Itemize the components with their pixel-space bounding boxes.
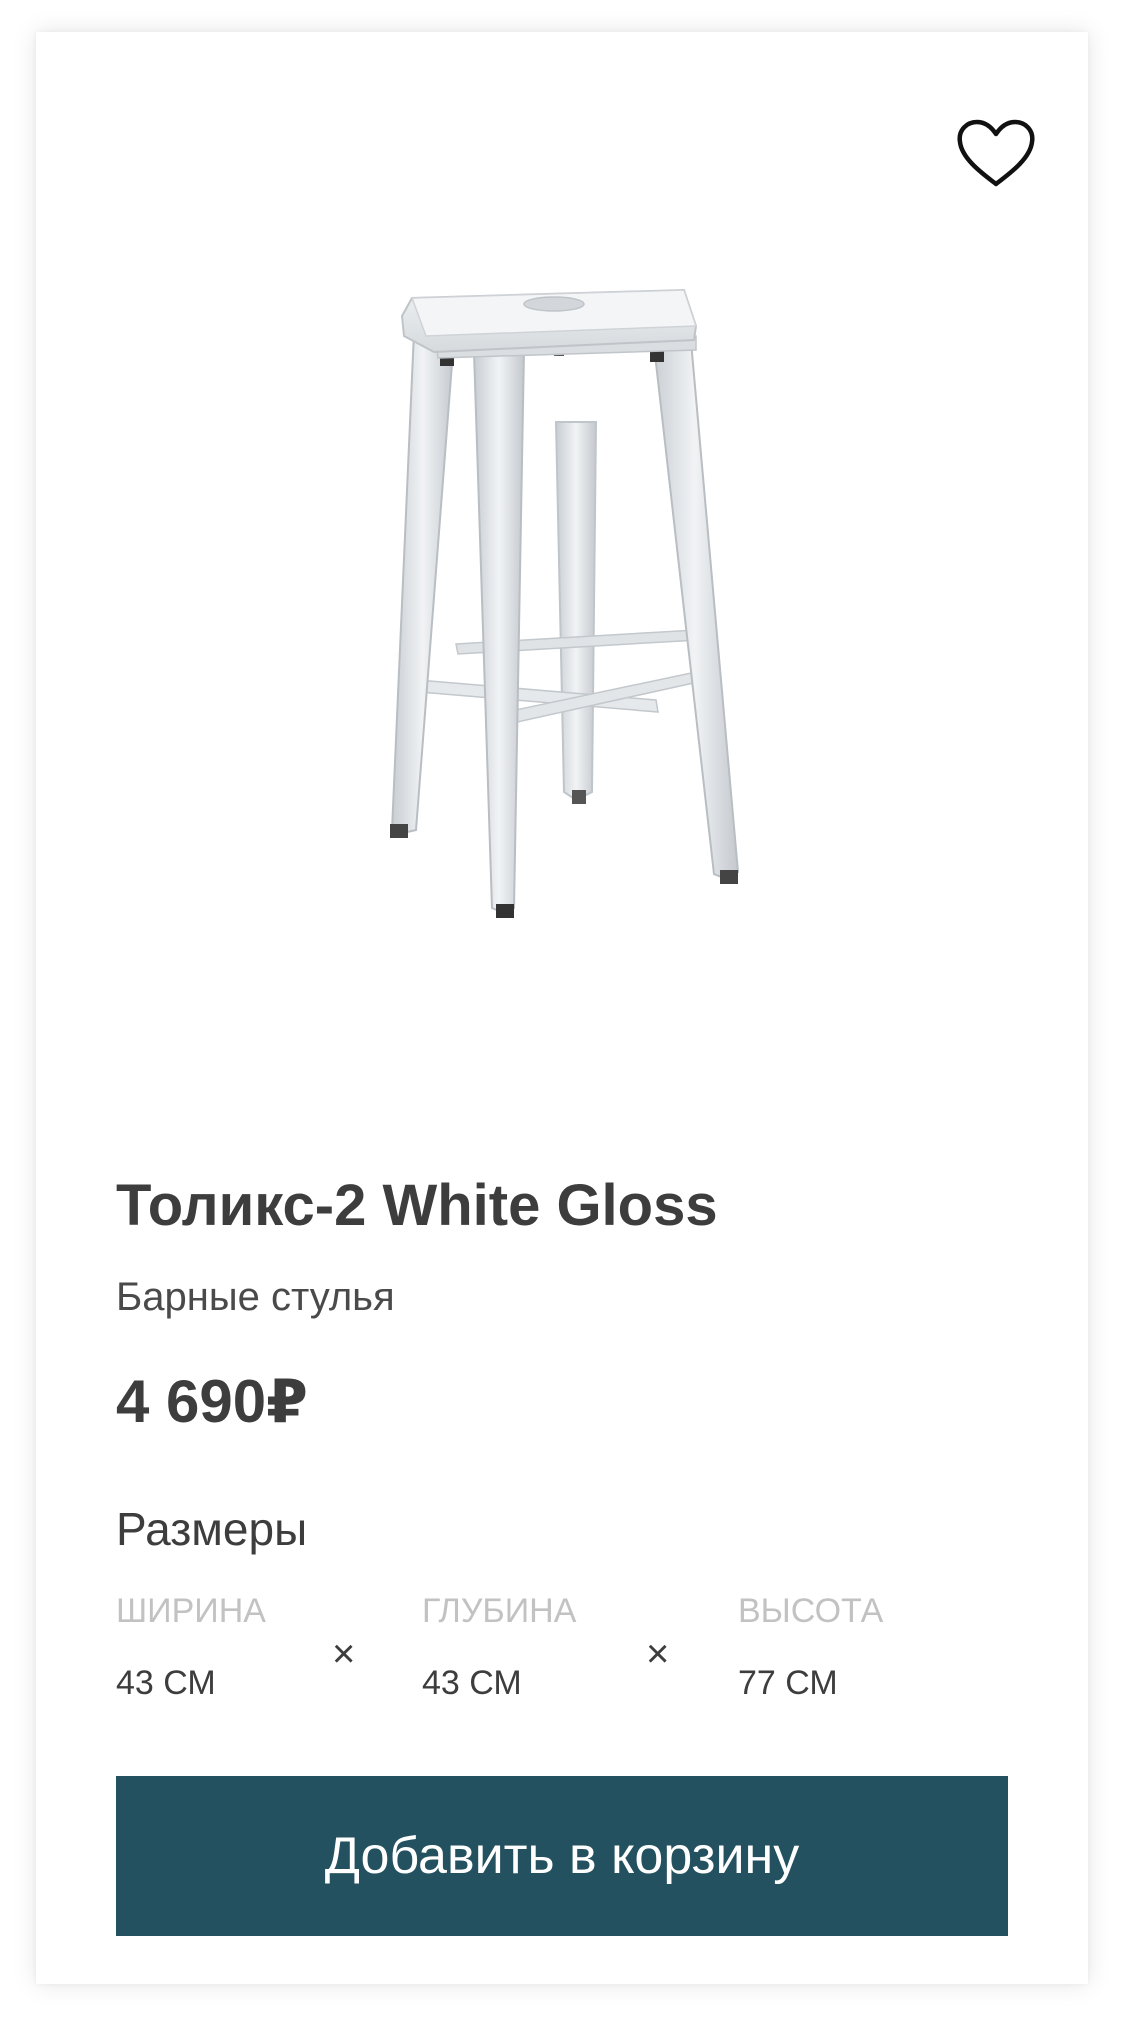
dimension-separator: × [332,1632,356,1676]
product-price: 4 690₽ [116,1368,308,1435]
dimension-width-value: 43 СМ [116,1664,216,1702]
dimension-height-value: 77 СМ [738,1664,838,1702]
dimension-depth-label: ГЛУБИНА [422,1592,577,1630]
dimension-separator: × [646,1632,670,1676]
bar-stool-image [390,288,740,918]
dimension-height-label: ВЫСОТА [738,1592,884,1630]
dimensions-heading: Размеры [116,1503,308,1555]
product-image[interactable] [36,232,1088,1012]
product-category[interactable]: Барные стулья [116,1275,395,1320]
dimension-depth-value: 43 СМ [422,1664,522,1702]
dimension-width-label: ШИРИНА [116,1592,266,1630]
heart-icon [957,119,1035,187]
product-title[interactable]: Толикс-2 White Gloss [116,1172,718,1239]
product-card: Толикс-2 White Gloss Барные стулья 4 690… [36,32,1088,1984]
favorite-button[interactable] [950,108,1042,200]
add-to-cart-label: Добавить в корзину [324,1827,800,1885]
add-to-cart-button[interactable]: Добавить в корзину [116,1776,1008,1936]
